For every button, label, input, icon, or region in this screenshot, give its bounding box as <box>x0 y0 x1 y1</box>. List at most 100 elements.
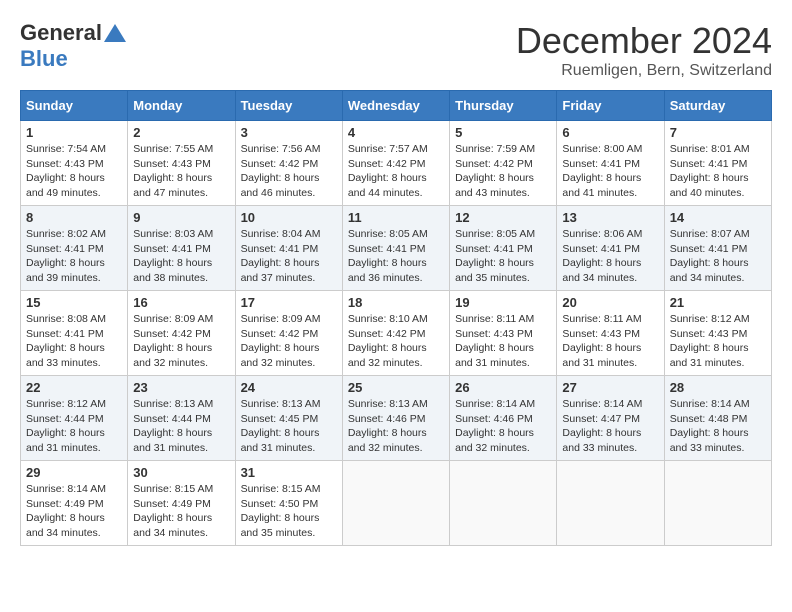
header: General Blue December 2024 Ruemligen, Be… <box>20 20 772 80</box>
calendar-week-row: 8 Sunrise: 8:02 AMSunset: 4:41 PMDaylight… <box>21 206 772 291</box>
day-number: 17 <box>241 295 337 310</box>
day-info: Sunrise: 7:56 AMSunset: 4:42 PMDaylight:… <box>241 142 337 201</box>
day-number: 27 <box>562 380 658 395</box>
day-number: 19 <box>455 295 551 310</box>
day-number: 16 <box>133 295 229 310</box>
calendar-day-cell: 4Sunrise: 7:57 AMSunset: 4:42 PMDaylight… <box>342 121 449 206</box>
day-info: Sunrise: 8:14 AMSunset: 4:46 PMDaylight:… <box>455 397 551 456</box>
day-number: 29 <box>26 465 122 480</box>
day-number: 25 <box>348 380 444 395</box>
calendar-day-cell: 14 Sunrise: 8:07 AMSunset: 4:41 PMDayligh… <box>664 206 771 291</box>
calendar-empty-cell <box>450 461 557 546</box>
calendar-week-row: 15Sunrise: 8:08 AMSunset: 4:41 PMDayligh… <box>21 291 772 376</box>
month-title: December 2024 <box>516 20 772 62</box>
calendar-day-cell: 17 Sunrise: 8:09 AMSunset: 4:42 PMDayligh… <box>235 291 342 376</box>
calendar-day-cell: 11 Sunrise: 8:05 AMSunset: 4:41 PMDayligh… <box>342 206 449 291</box>
calendar-header-row: SundayMondayTuesdayWednesdayThursdayFrid… <box>21 91 772 121</box>
day-number: 6 <box>562 125 658 140</box>
calendar-header-sunday: Sunday <box>21 91 128 121</box>
day-info: Sunrise: 8:07 AMSunset: 4:41 PMDaylight:… <box>670 227 766 286</box>
calendar-day-cell: 5 Sunrise: 7:59 AMSunset: 4:42 PMDaylight… <box>450 121 557 206</box>
calendar-day-cell: 3 Sunrise: 7:56 AMSunset: 4:42 PMDaylight… <box>235 121 342 206</box>
day-info: Sunrise: 7:59 AMSunset: 4:42 PMDaylight:… <box>455 142 551 201</box>
day-number: 3 <box>241 125 337 140</box>
day-info: Sunrise: 8:14 AMSunset: 4:47 PMDaylight:… <box>562 397 658 456</box>
day-info: Sunrise: 7:55 AMSunset: 4:43 PMDaylight:… <box>133 142 229 201</box>
day-number: 23 <box>133 380 229 395</box>
calendar-day-cell: 13Sunrise: 8:06 AMSunset: 4:41 PMDayligh… <box>557 206 664 291</box>
day-info: Sunrise: 8:01 AMSunset: 4:41 PMDaylight:… <box>670 142 766 201</box>
day-number: 24 <box>241 380 337 395</box>
calendar-day-cell: 24 Sunrise: 8:13 AMSunset: 4:45 PMDayligh… <box>235 376 342 461</box>
day-number: 21 <box>670 295 766 310</box>
day-number: 12 <box>455 210 551 225</box>
day-number: 11 <box>348 210 444 225</box>
day-info: Sunrise: 8:13 AMSunset: 4:45 PMDaylight:… <box>241 397 337 456</box>
day-number: 1 <box>26 125 122 140</box>
day-info: Sunrise: 8:09 AMSunset: 4:42 PMDaylight:… <box>133 312 229 371</box>
day-number: 30 <box>133 465 229 480</box>
calendar-empty-cell <box>342 461 449 546</box>
day-info: Sunrise: 8:09 AMSunset: 4:42 PMDaylight:… <box>241 312 337 371</box>
logo-general: General <box>20 20 102 46</box>
day-number: 14 <box>670 210 766 225</box>
day-info: Sunrise: 8:08 AMSunset: 4:41 PMDaylight:… <box>26 312 122 371</box>
day-info: Sunrise: 8:12 AMSunset: 4:44 PMDaylight:… <box>26 397 122 456</box>
title-area: December 2024 Ruemligen, Bern, Switzerla… <box>516 20 772 80</box>
calendar-day-cell: 6 Sunrise: 8:00 AMSunset: 4:41 PMDaylight… <box>557 121 664 206</box>
calendar-day-cell: 7 Sunrise: 8:01 AMSunset: 4:41 PMDaylight… <box>664 121 771 206</box>
calendar-day-cell: 31Sunrise: 8:15 AMSunset: 4:50 PMDayligh… <box>235 461 342 546</box>
calendar-day-cell: 22 Sunrise: 8:12 AMSunset: 4:44 PMDayligh… <box>21 376 128 461</box>
calendar-day-cell: 8 Sunrise: 8:02 AMSunset: 4:41 PMDaylight… <box>21 206 128 291</box>
calendar-day-cell: 10Sunrise: 8:04 AMSunset: 4:41 PMDayligh… <box>235 206 342 291</box>
day-info: Sunrise: 8:05 AMSunset: 4:41 PMDaylight:… <box>348 227 444 286</box>
day-info: Sunrise: 8:13 AMSunset: 4:44 PMDaylight:… <box>133 397 229 456</box>
calendar-header-monday: Monday <box>128 91 235 121</box>
day-info: Sunrise: 8:06 AMSunset: 4:41 PMDaylight:… <box>562 227 658 286</box>
day-info: Sunrise: 8:03 AMSunset: 4:41 PMDaylight:… <box>133 227 229 286</box>
day-number: 18 <box>348 295 444 310</box>
calendar-day-cell: 21 Sunrise: 8:12 AMSunset: 4:43 PMDayligh… <box>664 291 771 376</box>
calendar-day-cell: 23 Sunrise: 8:13 AMSunset: 4:44 PMDayligh… <box>128 376 235 461</box>
calendar-header-wednesday: Wednesday <box>342 91 449 121</box>
day-info: Sunrise: 8:02 AMSunset: 4:41 PMDaylight:… <box>26 227 122 286</box>
day-number: 8 <box>26 210 122 225</box>
calendar-day-cell: 25Sunrise: 8:13 AMSunset: 4:46 PMDayligh… <box>342 376 449 461</box>
calendar-day-cell: 19Sunrise: 8:11 AMSunset: 4:43 PMDayligh… <box>450 291 557 376</box>
calendar-day-cell: 27 Sunrise: 8:14 AMSunset: 4:47 PMDayligh… <box>557 376 664 461</box>
calendar-empty-cell <box>664 461 771 546</box>
calendar-day-cell: 29 Sunrise: 8:14 AMSunset: 4:49 PMDayligh… <box>21 461 128 546</box>
day-info: Sunrise: 8:10 AMSunset: 4:42 PMDaylight:… <box>348 312 444 371</box>
calendar-day-cell: 30Sunrise: 8:15 AMSunset: 4:49 PMDayligh… <box>128 461 235 546</box>
day-number: 20 <box>562 295 658 310</box>
logo-icon <box>104 24 126 42</box>
calendar: SundayMondayTuesdayWednesdayThursdayFrid… <box>20 90 772 546</box>
day-number: 10 <box>241 210 337 225</box>
calendar-day-cell: 1Sunrise: 7:54 AMSunset: 4:43 PMDaylight… <box>21 121 128 206</box>
calendar-week-row: 29 Sunrise: 8:14 AMSunset: 4:49 PMDayligh… <box>21 461 772 546</box>
calendar-header-thursday: Thursday <box>450 91 557 121</box>
day-info: Sunrise: 8:15 AMSunset: 4:50 PMDaylight:… <box>241 482 337 541</box>
calendar-day-cell: 16 Sunrise: 8:09 AMSunset: 4:42 PMDayligh… <box>128 291 235 376</box>
calendar-day-cell: 28Sunrise: 8:14 AMSunset: 4:48 PMDayligh… <box>664 376 771 461</box>
day-info: Sunrise: 8:05 AMSunset: 4:41 PMDaylight:… <box>455 227 551 286</box>
day-number: 2 <box>133 125 229 140</box>
day-number: 22 <box>26 380 122 395</box>
day-info: Sunrise: 8:00 AMSunset: 4:41 PMDaylight:… <box>562 142 658 201</box>
day-number: 4 <box>348 125 444 140</box>
day-number: 9 <box>133 210 229 225</box>
calendar-day-cell: 20Sunrise: 8:11 AMSunset: 4:43 PMDayligh… <box>557 291 664 376</box>
day-info: Sunrise: 8:14 AMSunset: 4:48 PMDaylight:… <box>670 397 766 456</box>
calendar-day-cell: 9 Sunrise: 8:03 AMSunset: 4:41 PMDaylight… <box>128 206 235 291</box>
day-info: Sunrise: 8:14 AMSunset: 4:49 PMDaylight:… <box>26 482 122 541</box>
day-number: 26 <box>455 380 551 395</box>
calendar-header-tuesday: Tuesday <box>235 91 342 121</box>
calendar-header-friday: Friday <box>557 91 664 121</box>
day-info: Sunrise: 8:12 AMSunset: 4:43 PMDaylight:… <box>670 312 766 371</box>
calendar-day-cell: 15Sunrise: 8:08 AMSunset: 4:41 PMDayligh… <box>21 291 128 376</box>
calendar-day-cell: 12 Sunrise: 8:05 AMSunset: 4:41 PMDayligh… <box>450 206 557 291</box>
day-number: 5 <box>455 125 551 140</box>
calendar-day-cell: 2 Sunrise: 7:55 AMSunset: 4:43 PMDaylight… <box>128 121 235 206</box>
day-number: 7 <box>670 125 766 140</box>
calendar-week-row: 1Sunrise: 7:54 AMSunset: 4:43 PMDaylight… <box>21 121 772 206</box>
